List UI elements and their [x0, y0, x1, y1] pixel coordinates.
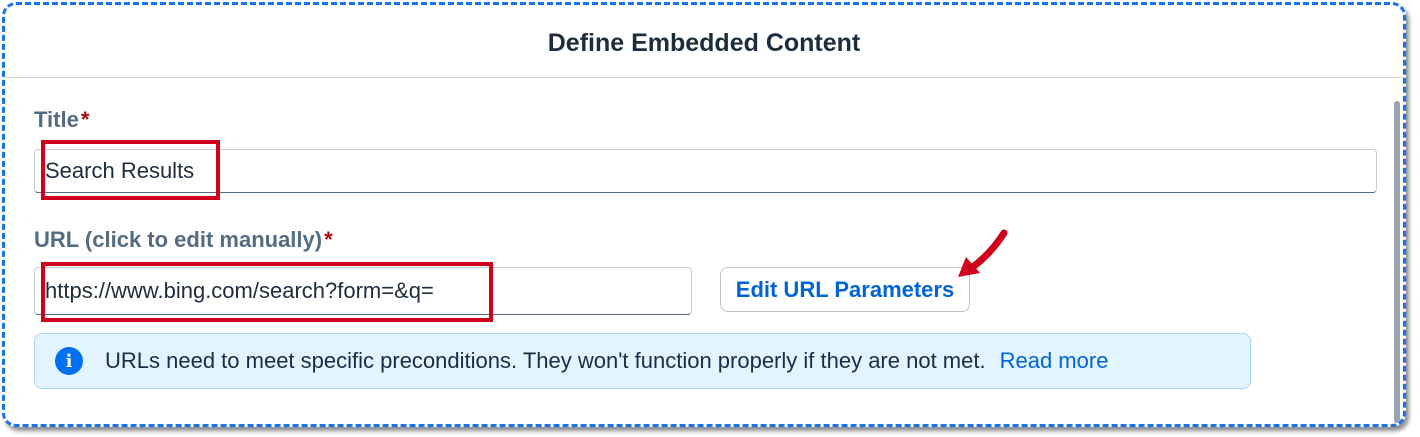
- edit-url-parameters-label: Edit URL Parameters: [735, 276, 955, 302]
- vertical-scrollbar[interactable]: [1394, 101, 1400, 423]
- title-label-text: Title: [34, 107, 79, 132]
- info-icon: i: [55, 347, 83, 375]
- url-label-text: URL (click to edit manually): [34, 227, 323, 252]
- read-more-link[interactable]: Read more: [1000, 348, 1109, 374]
- url-required-mark: *: [324, 227, 333, 252]
- title-input-value: Search Results: [45, 158, 195, 183]
- url-input-value: https://www.bing.com/search?form=&q=: [45, 278, 434, 303]
- url-label: URL (click to edit manually)*: [34, 227, 333, 253]
- url-input[interactable]: https://www.bing.com/search?form=&q=: [34, 267, 692, 315]
- dialog: Define Embedded Content Title* Search Re…: [2, 2, 1406, 427]
- title-label: Title*: [34, 107, 89, 133]
- title-input[interactable]: Search Results: [34, 149, 1377, 193]
- info-message-strip: i URLs need to meet specific preconditio…: [34, 333, 1251, 389]
- edit-url-parameters-button[interactable]: Edit URL Parameters: [720, 267, 970, 312]
- info-message-text: URLs need to meet specific preconditions…: [105, 348, 986, 373]
- dialog-header: Define Embedded Content: [5, 5, 1403, 78]
- dialog-title: Define Embedded Content: [547, 28, 861, 57]
- annotation-arrow-icon: [958, 229, 1008, 277]
- title-required-mark: *: [80, 107, 90, 132]
